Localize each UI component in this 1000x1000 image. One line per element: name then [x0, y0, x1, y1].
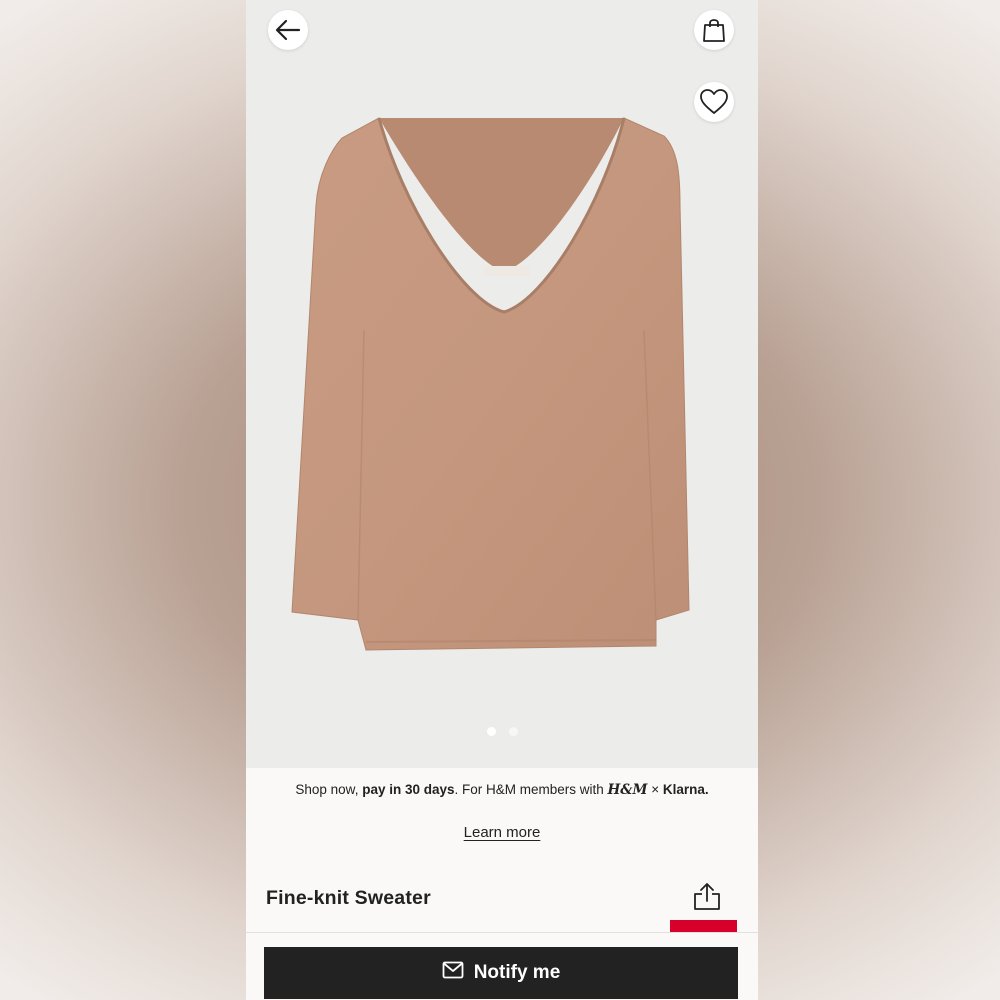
- shopping-bag-button[interactable]: [694, 10, 734, 50]
- product-image: [291, 117, 690, 651]
- phone-screen: Shop now, pay in 30 days. For H&M member…: [246, 0, 758, 1000]
- heart-icon: [700, 89, 728, 115]
- promo-suffix: . For H&M members with: [454, 782, 608, 797]
- accent-bar: [670, 920, 737, 932]
- favorite-button[interactable]: [694, 82, 734, 122]
- notify-me-label: Notify me: [473, 962, 561, 983]
- product-info-panel: Shop now, pay in 30 days. For H&M member…: [246, 768, 758, 1000]
- promo-separator: ×: [647, 782, 663, 797]
- hm-logo: H&M: [607, 782, 648, 798]
- shopping-bag-icon: [702, 17, 726, 43]
- learn-more-link[interactable]: Learn more: [246, 824, 758, 841]
- divider: [246, 932, 758, 933]
- back-button[interactable]: [268, 10, 308, 50]
- product-image-gallery[interactable]: [246, 0, 758, 768]
- pagination-dot-2[interactable]: [508, 727, 518, 736]
- promo-highlight: pay in 30 days: [362, 782, 455, 797]
- klarna-promo-text: Shop now, pay in 30 days. For H&M member…: [246, 782, 758, 798]
- pagination-dot-1[interactable]: [486, 727, 496, 736]
- envelope-icon: [442, 961, 464, 985]
- share-button[interactable]: [692, 881, 722, 911]
- arrow-left-icon: [275, 19, 301, 41]
- klarna-logo: Klarna.: [662, 782, 709, 797]
- share-icon: [692, 883, 722, 915]
- gallery-pagination: [246, 727, 758, 736]
- product-title: Fine-knit Sweater: [266, 887, 431, 909]
- promo-prefix: Shop now,: [295, 782, 363, 797]
- notify-me-button[interactable]: Notify me: [264, 947, 738, 999]
